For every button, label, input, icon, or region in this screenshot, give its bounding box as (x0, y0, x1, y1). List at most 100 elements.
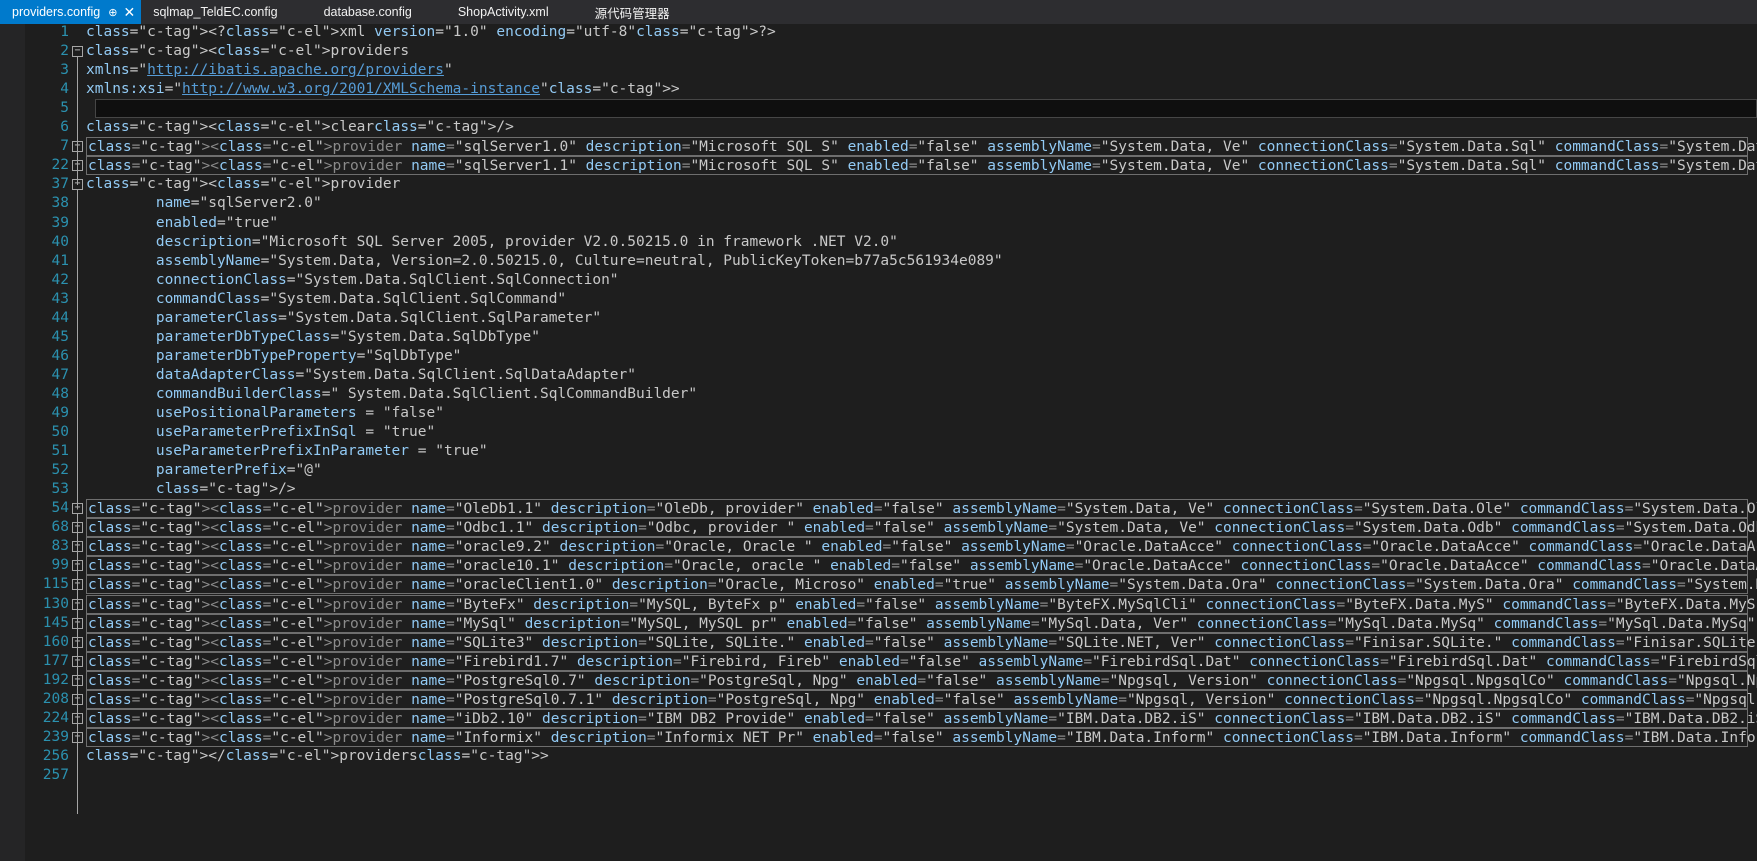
code-line[interactable]: 2− class="c-tag"><class="c-el">providers (0, 41, 1757, 62)
code-line[interactable]: 177+class="c-tag"><class="c-el">provider… (0, 651, 1757, 672)
code-line[interactable]: 43 commandClass="System.Data.SqlClient.S… (0, 289, 1757, 310)
code-line[interactable]: 68+class="c-tag"><class="c-el">provider … (0, 517, 1757, 538)
code-line[interactable]: 7+class="c-tag"><class="c-el">provider n… (0, 136, 1757, 157)
line-number: 42 (51, 271, 69, 288)
code-line[interactable]: 83+class="c-tag"><class="c-el">provider … (0, 536, 1757, 557)
code-line[interactable]: 239+class="c-tag"><class="c-el">provider… (0, 727, 1757, 748)
line-number: 83 (51, 538, 69, 555)
code-line[interactable]: 53 class="c-tag">/> (0, 479, 1757, 500)
code-line[interactable]: 47 dataAdapterClass="System.Data.SqlClie… (0, 365, 1757, 386)
code-line[interactable]: 45 parameterDbTypeClass="System.Data.Sql… (0, 327, 1757, 348)
collapsed-region[interactable]: class="c-tag"><class="c-el">provider nam… (86, 156, 1757, 176)
code-line[interactable]: 130+class="c-tag"><class="c-el">provider… (0, 594, 1757, 615)
code-line[interactable]: 48 commandBuilderClass=" System.Data.Sql… (0, 384, 1757, 405)
tab-sqlmap-config[interactable]: sqlmap_TeldEC.config (141, 0, 289, 24)
code-text: class="c-tag"><class="c-el">clearclass="… (86, 119, 514, 136)
code-text: useParameterPrefixInParameter = "true" (155, 443, 488, 460)
collapsed-region[interactable]: class="c-tag"><class="c-el">provider nam… (86, 670, 1757, 690)
line-number: 239 (42, 728, 69, 745)
collapsed-region[interactable]: class="c-tag"><class="c-el">provider nam… (86, 575, 1757, 595)
code-line[interactable]: 145+class="c-tag"><class="c-el">provider… (0, 613, 1757, 634)
collapsed-region[interactable]: class="c-tag"><class="c-el">provider nam… (86, 689, 1757, 709)
tab-shopactivity-xml[interactable]: ShopActivity.xml (424, 0, 561, 24)
code-line[interactable]: 160+class="c-tag"><class="c-el">provider… (0, 632, 1757, 653)
line-number: 5 (60, 100, 69, 117)
line-number: 224 (42, 709, 69, 726)
code-line[interactable]: 115+class="c-tag"><class="c-el">provider… (0, 574, 1757, 595)
code-text: dataAdapterClass="System.Data.SqlClient.… (155, 366, 636, 383)
code-line[interactable]: 50 useParameterPrefixInSql = "true" (0, 422, 1757, 443)
code-line[interactable]: 39 enabled="true" (0, 213, 1757, 234)
collapsed-region[interactable]: class="c-tag"><class="c-el">provider nam… (86, 632, 1757, 652)
code-line[interactable]: 256 class="c-tag"></class="c-el">provider… (0, 746, 1757, 767)
collapsed-region[interactable]: class="c-tag"><class="c-el">provider nam… (86, 613, 1756, 633)
pin-icon[interactable]: ⊕ (108, 6, 117, 19)
line-number: 3 (60, 62, 69, 79)
code-line[interactable]: 208+class="c-tag"><class="c-el">provider… (0, 689, 1757, 710)
line-number: 45 (51, 328, 69, 345)
code-text: useParameterPrefixInSql = "true" (155, 424, 436, 441)
code-text: class="c-tag"></class="c-el">providerscl… (86, 747, 549, 764)
tab-database-config[interactable]: database.config (290, 0, 424, 24)
collapsed-region[interactable]: class="c-tag"><class="c-el">provider nam… (86, 556, 1757, 576)
line-number: 256 (42, 747, 69, 764)
code-text: usePositionalParameters = "false" (155, 405, 444, 421)
tab-label: providers.config (12, 5, 101, 19)
code-editor[interactable]: 1 class="c-tag"><?class="c-el">xml versio… (0, 24, 1757, 861)
line-number: 177 (42, 652, 69, 669)
collapsed-region[interactable]: class="c-tag"><class="c-el">provider nam… (86, 727, 1757, 747)
collapsed-region[interactable]: class="c-tag"><class="c-el">provider nam… (86, 708, 1757, 728)
document-tab-bar: providers.config ⊕ ✕ sqlmap_TeldEC.confi… (0, 0, 1757, 24)
outline-guide (77, 189, 78, 510)
current-line-highlight (95, 99, 1757, 119)
code-line[interactable]: 46 parameterDbTypeProperty="SqlDbType" (0, 346, 1757, 367)
code-line[interactable]: 3 xmlns="http://ibatis.apache.org/provide… (0, 60, 1757, 81)
code-line[interactable]: 224+class="c-tag"><class="c-el">provider… (0, 708, 1757, 729)
tab-source-control-explorer[interactable]: 源代码管理器 (561, 0, 682, 24)
code-line[interactable]: 49 usePositionalParameters = "false" (0, 403, 1757, 424)
collapsed-region[interactable]: class="c-tag"><class="c-el">provider nam… (86, 499, 1757, 519)
code-text: class="c-tag"><class="c-el">provider (86, 176, 401, 193)
code-line[interactable]: 51 useParameterPrefixInParameter = "true… (0, 441, 1757, 462)
code-line[interactable]: 192+class="c-tag"><class="c-el">provider… (0, 670, 1757, 691)
code-line[interactable]: 44 parameterClass="System.Data.SqlClient… (0, 308, 1757, 329)
code-line[interactable]: 6 class="c-tag"><class="c-el">clearclass=… (0, 117, 1757, 138)
collapsed-region[interactable]: class="c-tag"><class="c-el">provider nam… (86, 537, 1757, 557)
line-number: 50 (51, 424, 69, 441)
code-line[interactable]: 5 (0, 98, 1757, 119)
line-number: 38 (51, 195, 69, 212)
line-number: 46 (51, 347, 69, 364)
line-number: 37 (51, 176, 69, 193)
code-line[interactable]: 40 description="Microsoft SQL Server 200… (0, 232, 1757, 253)
code-text: parameterClass="System.Data.SqlClient.Sq… (155, 309, 602, 326)
code-line[interactable]: 99+class="c-tag"><class="c-el">provider … (0, 555, 1757, 576)
line-number: 40 (51, 233, 69, 250)
tab-label: database.config (323, 5, 412, 19)
line-number: 51 (51, 443, 69, 460)
line-number: 2 (60, 43, 69, 60)
line-number: 6 (60, 119, 69, 136)
line-number: 257 (42, 766, 69, 783)
line-number: 130 (42, 595, 69, 612)
code-line[interactable]: 41 assemblyName="System.Data, Version=2.… (0, 251, 1757, 272)
code-line[interactable]: 52 parameterPrefix="@" (0, 460, 1757, 481)
collapsed-region[interactable]: class="c-tag"><class="c-el">provider nam… (86, 651, 1757, 671)
outline-guide (77, 56, 78, 186)
code-line[interactable]: 257 (0, 765, 1757, 786)
tab-providers-config[interactable]: providers.config ⊕ ✕ (0, 0, 142, 24)
collapsed-region[interactable]: class="c-tag"><class="c-el">provider nam… (86, 594, 1757, 614)
line-number: 52 (51, 462, 69, 479)
code-line[interactable]: 4 xmlns:xsi="http://www.w3.org/2001/XMLSc… (0, 79, 1757, 100)
line-number: 39 (51, 214, 69, 231)
code-line[interactable]: 22+class="c-tag"><class="c-el">provider … (0, 155, 1757, 176)
code-line[interactable]: 37−class="c-tag"><class="c-el">provider (0, 174, 1757, 195)
code-line[interactable]: 54+class="c-tag"><class="c-el">provider … (0, 498, 1757, 519)
collapsed-region[interactable]: class="c-tag"><class="c-el">provider nam… (86, 137, 1757, 157)
code-line[interactable]: 38 name="sqlServer2.0" (0, 193, 1757, 214)
collapsed-region[interactable]: class="c-tag"><class="c-el">provider nam… (86, 518, 1757, 538)
code-line[interactable]: 42 connectionClass="System.Data.SqlClien… (0, 270, 1757, 291)
close-icon[interactable]: ✕ (123, 4, 135, 21)
line-number: 68 (51, 519, 69, 536)
code-text: connectionClass="System.Data.SqlClient.S… (155, 271, 619, 288)
code-text: class="c-tag">/> (155, 481, 296, 498)
